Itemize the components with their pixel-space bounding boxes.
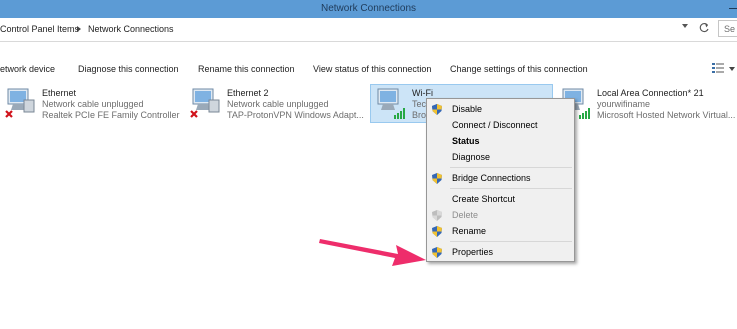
refresh-icon[interactable] (698, 22, 710, 34)
menu-separator (450, 188, 572, 189)
window-title: Network Connections (320, 3, 417, 14)
uac-shield-icon (432, 173, 442, 184)
menu-item-label: Bridge Connections (452, 173, 531, 183)
menu-item-label: Create Shortcut (452, 194, 516, 204)
toolbar-view-status[interactable]: View status of this connection (313, 64, 431, 74)
uac-shield-icon (432, 210, 442, 221)
breadcrumb-network-connections[interactable]: Network Connections (88, 24, 174, 34)
uac-shield-icon (432, 226, 442, 237)
connection-ethernet-2[interactable]: Ethernet 2 Network cable unplugged TAP-P… (189, 86, 369, 122)
address-history-dropdown-icon[interactable] (682, 24, 688, 28)
menu-item-label: Connect / Disconnect (452, 120, 538, 130)
connection-status: Network cable unplugged (227, 99, 329, 109)
menu-item-label: Properties (452, 247, 494, 257)
wifi-adapter-icon (377, 88, 405, 119)
annotation-arrow-icon (319, 239, 426, 266)
network-adapter-icon (190, 88, 220, 118)
search-input[interactable]: Se (718, 20, 737, 37)
menu-separator (450, 241, 572, 242)
connection-adapter: Bro (412, 110, 427, 120)
menu-item-bridge-connections[interactable]: Bridge Connections (427, 171, 574, 186)
search-placeholder: Se (724, 24, 736, 34)
context-menu: Disable Connect / Disconnect Status Diag… (426, 98, 575, 262)
breadcrumb-separator-icon[interactable] (77, 26, 81, 32)
menu-item-label: Diagnose (452, 152, 491, 162)
menu-item-status[interactable]: Status (427, 134, 574, 149)
network-adapter-icon (5, 88, 35, 118)
menu-item-delete: Delete (427, 208, 574, 223)
uac-shield-icon (432, 247, 442, 258)
change-view-icon[interactable] (712, 63, 724, 73)
breadcrumb-control-panel-items[interactable]: Control Panel Items (0, 24, 79, 34)
menu-item-connect-disconnect[interactable]: Connect / Disconnect (427, 118, 574, 133)
address-bar[interactable]: Control Panel Items Network Connections … (0, 18, 737, 42)
connection-local-area-21[interactable]: Local Area Connection* 21 yourwifiname M… (559, 86, 737, 122)
connection-adapter: TAP-ProtonVPN Windows Adapt... (227, 110, 364, 120)
toolbar-diagnose-connection[interactable]: Diagnose this connection (78, 64, 179, 74)
command-bar: etwork device Diagnose this connection R… (0, 58, 737, 80)
view-options-dropdown-icon[interactable] (729, 67, 735, 71)
toolbar-disable-network-device[interactable]: etwork device (0, 64, 55, 74)
menu-separator (450, 167, 572, 168)
menu-item-diagnose[interactable]: Diagnose (427, 150, 574, 165)
connection-name: Ethernet (42, 88, 77, 98)
uac-shield-icon (432, 104, 442, 115)
connection-name: Ethernet 2 (227, 88, 269, 98)
toolbar-rename-connection[interactable]: Rename this connection (198, 64, 295, 74)
menu-item-properties[interactable]: Properties (427, 245, 574, 260)
menu-item-label: Delete (452, 210, 479, 220)
connection-adapter: Realtek PCIe FE Family Controller (42, 110, 180, 120)
minimize-button[interactable] (727, 0, 737, 18)
connection-ethernet[interactable]: Ethernet Network cable unplugged Realtek… (4, 86, 180, 122)
menu-item-disable[interactable]: Disable (427, 102, 574, 117)
connection-status: Tec (412, 99, 427, 109)
title-bar: Network Connections (0, 0, 737, 18)
menu-item-label: Disable (452, 104, 483, 114)
connection-adapter: Microsoft Hosted Network Virtual... (597, 110, 736, 120)
connection-status: Network cable unplugged (42, 99, 144, 109)
connection-name: Local Area Connection* 21 (597, 88, 704, 98)
connection-status: yourwifiname (597, 99, 651, 109)
connection-name: Wi-Fi (412, 88, 433, 98)
menu-item-label: Status (452, 136, 480, 146)
menu-item-rename[interactable]: Rename (427, 224, 574, 239)
menu-item-create-shortcut[interactable]: Create Shortcut (427, 192, 574, 207)
toolbar-change-settings[interactable]: Change settings of this connection (450, 64, 588, 74)
menu-item-label: Rename (452, 226, 487, 236)
